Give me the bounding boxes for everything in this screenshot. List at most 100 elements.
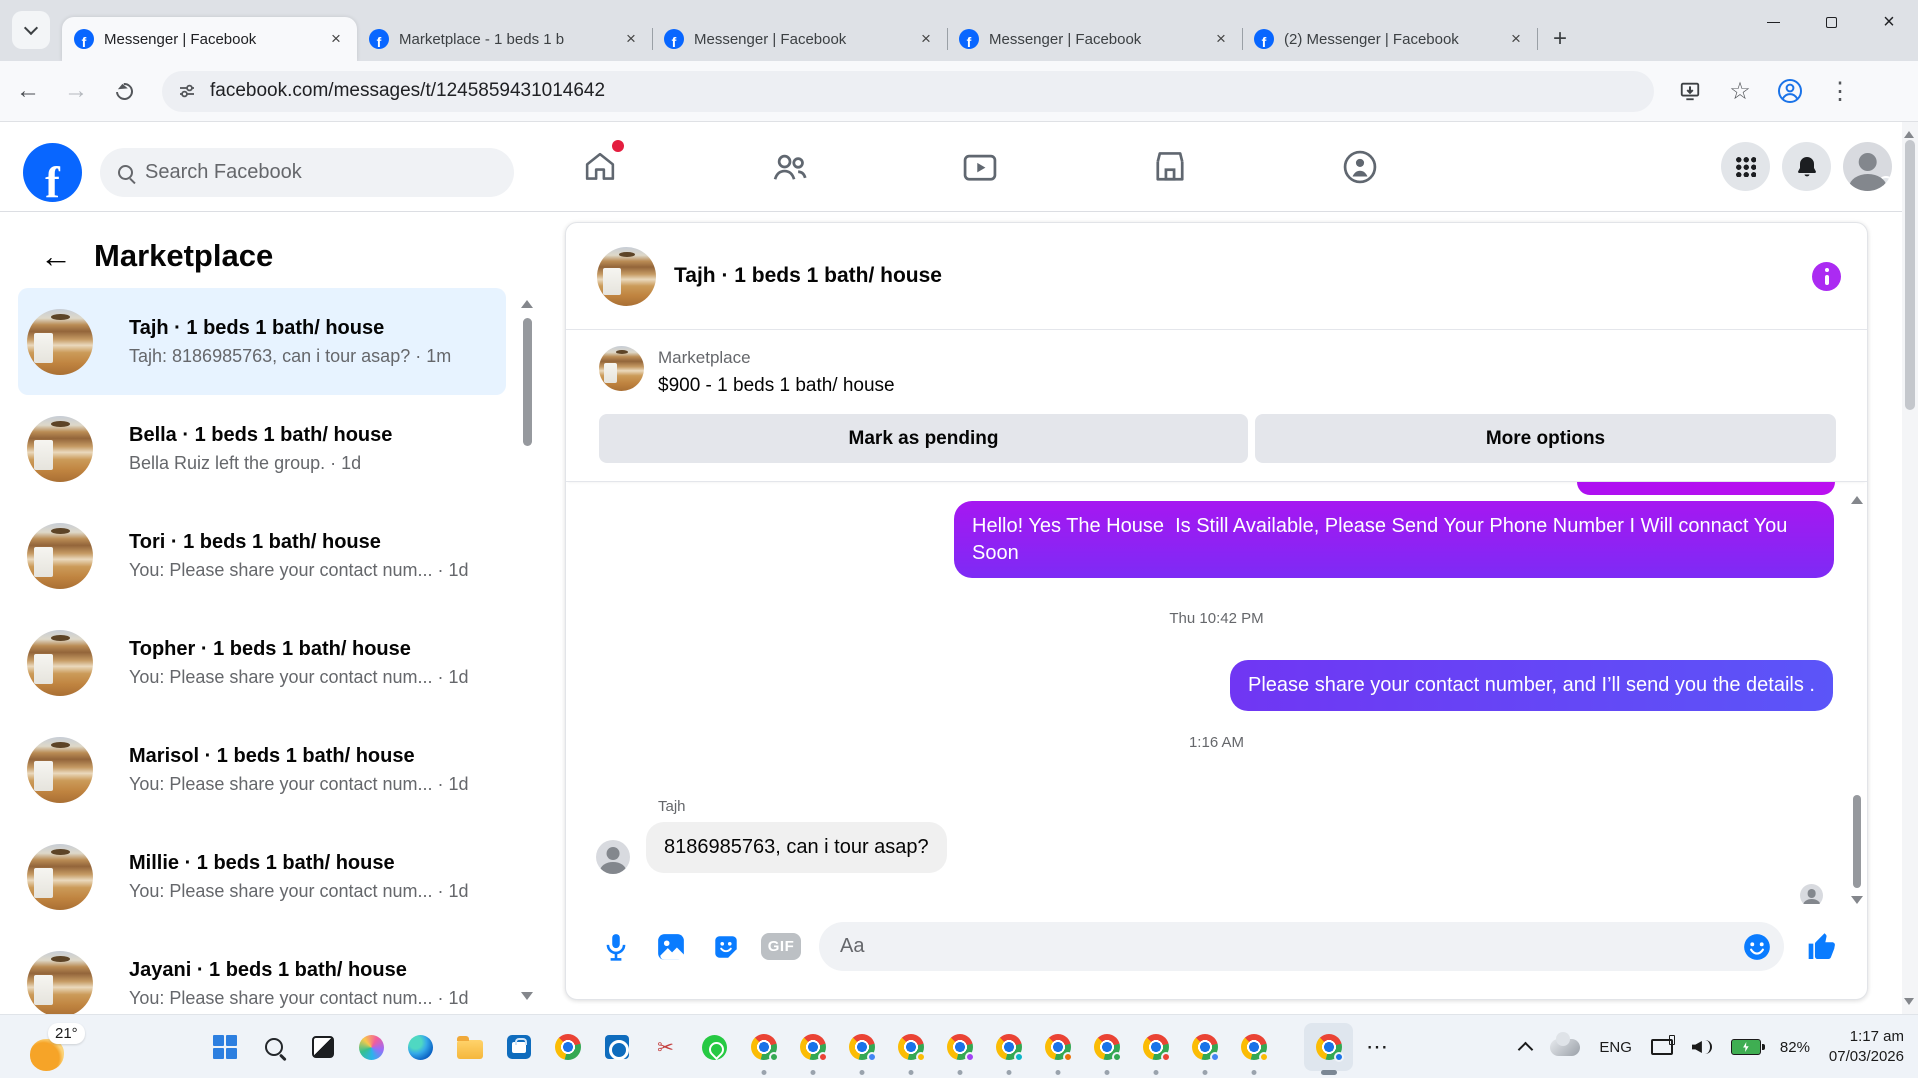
scroll-down-icon[interactable] — [1904, 998, 1914, 1010]
conversation-item-tori[interactable]: Tori · 1 beds 1 bath/ house You: Please … — [18, 502, 506, 609]
mark-as-pending-button[interactable]: Mark as pending — [599, 414, 1248, 463]
thumbs-up-icon[interactable] — [1805, 930, 1839, 964]
tab-close-icon[interactable]: × — [1210, 28, 1232, 50]
browser-tab-4[interactable]: Messenger | Facebook × — [947, 17, 1243, 61]
chrome-profile-button-5[interactable] — [935, 1015, 984, 1079]
battery-percent: 82% — [1779, 1038, 1810, 1056]
chrome-profile-button-11[interactable] — [1229, 1015, 1278, 1079]
conversation-item-jayani[interactable]: Jayani · 1 beds 1 bath/ house You: Pleas… — [18, 930, 506, 1014]
chrome-profile-button-3[interactable] — [837, 1015, 886, 1079]
facebook-search-input[interactable]: Search Facebook — [100, 148, 514, 197]
task-view-button[interactable] — [298, 1015, 347, 1079]
whatsapp-button[interactable] — [690, 1015, 739, 1079]
nav-home-tab[interactable] — [540, 122, 660, 212]
taskbar-overflow-button[interactable]: ⋯ — [1353, 1015, 1402, 1079]
scrollbar-thumb[interactable] — [1853, 795, 1861, 888]
bookmark-star-icon[interactable]: ☆ — [1718, 71, 1762, 111]
browser-tab-2[interactable]: Marketplace - 1 beds 1 b × — [357, 17, 653, 61]
tab-close-icon[interactable]: × — [325, 28, 347, 50]
network-button[interactable] — [1650, 1035, 1675, 1055]
emoji-icon[interactable] — [1740, 930, 1774, 964]
conversation-item-marisol[interactable]: Marisol · 1 beds 1 bath/ house You: Plea… — [18, 716, 506, 823]
browser-menu-icon[interactable]: ⋮ — [1818, 71, 1862, 111]
window-minimize-button[interactable] — [1744, 0, 1802, 44]
chrome-profile-button-2[interactable] — [788, 1015, 837, 1079]
site-info-icon[interactable] — [178, 82, 196, 100]
tab-close-icon[interactable]: × — [1505, 28, 1527, 50]
scrollbar-thumb[interactable] — [523, 318, 532, 446]
start-button[interactable] — [200, 1015, 249, 1079]
reload-button[interactable] — [104, 71, 144, 111]
nav-friends-tab[interactable] — [730, 122, 850, 212]
nav-groups-tab[interactable] — [1300, 122, 1420, 212]
attach-photo-icon[interactable] — [654, 930, 688, 964]
nav-watch-tab[interactable] — [920, 122, 1040, 212]
new-tab-button[interactable]: + — [1545, 24, 1575, 54]
taskbar-search-button[interactable] — [249, 1015, 298, 1079]
voice-clip-icon[interactable] — [599, 930, 633, 964]
install-app-icon[interactable] — [1668, 71, 1712, 111]
gif-icon[interactable]: GIF — [760, 930, 802, 964]
notifications-button[interactable] — [1782, 142, 1831, 191]
conversation-item-millie[interactable]: Millie · 1 beds 1 bath/ house You: Pleas… — [18, 823, 506, 930]
file-explorer-button[interactable] — [445, 1015, 494, 1079]
scrollbar-thumb[interactable] — [1905, 140, 1915, 410]
apps-menu-button[interactable] — [1721, 142, 1770, 191]
message-input-pill[interactable] — [819, 922, 1784, 971]
chrome-profile-button-9[interactable] — [1131, 1015, 1180, 1079]
page-scrollbar[interactable] — [1902, 122, 1918, 1014]
scroll-down-icon[interactable] — [1851, 896, 1863, 904]
conversation-item-topher[interactable]: Topher · 1 beds 1 bath/ house You: Pleas… — [18, 609, 506, 716]
chrome-button[interactable] — [543, 1015, 592, 1079]
scroll-down-icon[interactable] — [521, 992, 533, 1006]
edge-button[interactable] — [396, 1015, 445, 1079]
chrome-profile-button-1[interactable] — [739, 1015, 788, 1079]
browser-tab-3[interactable]: Messenger | Facebook × — [652, 17, 948, 61]
back-button[interactable]: ← — [8, 71, 48, 111]
tab-close-icon[interactable]: × — [915, 28, 937, 50]
outlook-button[interactable] — [592, 1015, 641, 1079]
taskbar-clock[interactable]: 1:17 am 07/03/2026 — [1829, 1027, 1904, 1067]
snipping-tool-button[interactable]: ✂ — [641, 1015, 690, 1079]
microsoft-store-button[interactable] — [494, 1015, 543, 1079]
active-chrome-window-button[interactable] — [1304, 1023, 1353, 1075]
chrome-profile-button-4[interactable] — [886, 1015, 935, 1079]
chrome-profile-button-8[interactable] — [1082, 1015, 1131, 1079]
sticker-icon[interactable] — [709, 930, 743, 964]
chrome-profile-button-6[interactable] — [984, 1015, 1033, 1079]
window-maximize-button[interactable] — [1802, 0, 1860, 44]
copilot-button[interactable] — [347, 1015, 396, 1079]
browser-tab-1[interactable]: Messenger | Facebook × — [62, 17, 357, 61]
message-input[interactable] — [840, 935, 1740, 958]
scroll-up-icon[interactable] — [1904, 126, 1914, 138]
conversation-item-tajh[interactable]: Tajh · 1 beds 1 bath/ house Tajh: 818698… — [18, 288, 506, 395]
scroll-up-icon[interactable] — [1851, 490, 1863, 504]
tab-close-icon[interactable]: × — [620, 28, 642, 50]
facebook-favicon-icon — [664, 29, 684, 52]
chrome-profile-button-10[interactable] — [1180, 1015, 1229, 1079]
chat-scrollbar[interactable] — [1849, 490, 1865, 904]
volume-button[interactable] — [1691, 1040, 1712, 1054]
language-indicator[interactable]: ENG — [1599, 1039, 1632, 1056]
nav-marketplace-tab[interactable] — [1110, 122, 1230, 212]
forward-button[interactable]: → — [56, 71, 96, 111]
browser-tab-5[interactable]: (2) Messenger | Facebook × — [1242, 17, 1538, 61]
sidebar-scrollbar[interactable] — [520, 294, 535, 1006]
more-options-button[interactable]: More options — [1255, 414, 1836, 463]
scroll-up-icon[interactable] — [521, 294, 533, 308]
message-list[interactable]: Hello! Yes The House Is Still Available,… — [566, 482, 1867, 904]
account-avatar[interactable] — [1843, 142, 1892, 191]
tray-show-hidden-icons-button[interactable] — [1518, 1039, 1534, 1058]
browser-profile-icon[interactable] — [1768, 71, 1812, 111]
conversation-item-bella[interactable]: Bella · 1 beds 1 bath/ house Bella Ruiz … — [18, 395, 506, 502]
battery-button[interactable] — [1730, 1039, 1765, 1055]
conversation-info-icon[interactable] — [1812, 261, 1841, 291]
chrome-profile-button-7[interactable] — [1033, 1015, 1082, 1079]
back-arrow-icon[interactable]: ← — [40, 240, 72, 272]
address-bar[interactable]: facebook.com/messages/t/1245859431014642 — [162, 70, 1654, 112]
onedrive-button[interactable] — [1550, 1031, 1581, 1056]
tab-search-button[interactable] — [12, 11, 50, 49]
window-close-button[interactable]: × — [1860, 0, 1918, 44]
weather-widget[interactable]: 21° — [22, 1023, 92, 1073]
facebook-logo[interactable] — [23, 143, 82, 212]
